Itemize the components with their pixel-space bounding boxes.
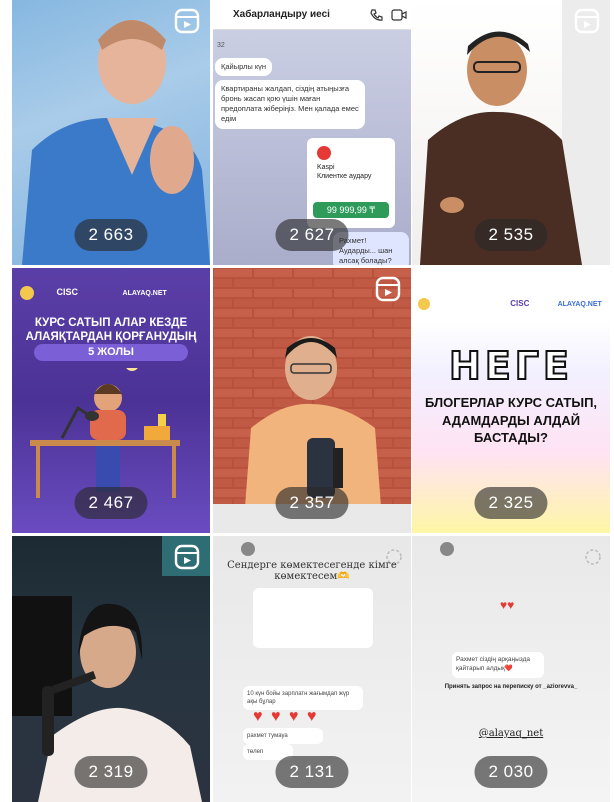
grid-post-9[interactable]: ♥♥ Рахмет сіздің арқаңызда қайтарып алды… <box>412 536 610 802</box>
chat-bubble: Квартираны жалдап, сіздің атыңызға бронь… <box>215 80 365 129</box>
grid-post-4[interactable]: CISC ALAYAQ.NET КУРС САТЫП АЛАР КЕЗДЕ АЛ… <box>12 268 210 533</box>
chat-screenshot <box>253 588 373 648</box>
kaspi-logo <box>317 146 331 160</box>
reel-icon <box>174 544 200 570</box>
payment-amount: 99 999,99 ₸ <box>313 202 389 218</box>
reel-icon <box>574 8 600 34</box>
chat-contact-name: Хабарландыру иесі <box>233 9 330 20</box>
cisc-logo: CISC <box>510 299 530 309</box>
reel-icon <box>174 8 200 34</box>
post-title: КУРС САТЫП АЛАР КЕЗДЕ АЛАЯҚТАРДАН ҚОРҒАН… <box>12 316 210 345</box>
grid-post-2[interactable]: Хабарландыру иесі 32 Қайырлы күн Квартир… <box>213 0 411 265</box>
subheadline: БЛОГЕРЛАР КУРС САТЫП, АДАМДАРДЫ АЛДАЙ БА… <box>424 395 598 446</box>
view-count: 2 663 <box>74 219 148 251</box>
chat-message: рахмет тумауа <box>243 728 323 745</box>
payment-card: Kaspi Клиентке аудару 99 999,99 ₸ <box>307 138 395 228</box>
view-count: 2 467 <box>74 487 148 519</box>
view-count: 2 325 <box>474 487 548 519</box>
cisc-logo: CISC <box>56 287 79 298</box>
grid-post-8[interactable]: Сендерге көмектесегенде кімге көмектесем… <box>213 536 411 802</box>
title-pill: 5 ЖОЛЫ <box>34 344 188 361</box>
grid-post-5[interactable]: 2 357 <box>213 268 411 533</box>
emblem-icon <box>20 286 34 300</box>
partner-logos: CISC ALAYAQ.NET <box>418 298 602 310</box>
message-number: 32 <box>217 42 225 49</box>
reaction-hearts: ♥ ♥ ♥ ♥ <box>253 708 319 725</box>
hearts-emoji: ♥♥ <box>500 598 515 612</box>
profile-grid: 2 663 Хабарландыру иесі 32 Қайырлы күн К… <box>12 0 610 802</box>
alayaq-logo: ALAYAQ.NET <box>557 301 602 309</box>
view-count: 2 357 <box>275 487 349 519</box>
message-request: Принять запрос на переписку от _aziorevv… <box>444 684 578 690</box>
title-line: КУРС САТЫП АЛАР КЕЗДЕ <box>34 317 188 329</box>
view-count: 2 131 <box>275 756 349 788</box>
reel-icon <box>375 276 401 302</box>
view-count: 2 627 <box>275 219 349 251</box>
grid-post-3[interactable]: 2 535 <box>412 0 610 265</box>
desk-illustration <box>30 368 180 498</box>
story-title: Сендерге көмектесегенде кімге көмектесем… <box>227 560 397 582</box>
card-subtitle: Клиентке аудару <box>317 173 372 180</box>
loading-icon <box>585 549 601 565</box>
partner-logos: CISC ALAYAQ.NET <box>20 286 167 300</box>
view-count: 2 030 <box>474 756 548 788</box>
grid-post-1[interactable]: 2 663 <box>12 0 210 265</box>
view-count: 2 535 <box>474 219 548 251</box>
alayaq-logo: ALAYAQ.NET <box>122 290 167 298</box>
chat-bubble: Қайырлы күн <box>215 58 273 77</box>
card-title: Kaspi <box>317 164 335 171</box>
title-line: АЛАЯҚТАРДАН ҚОРҒАНУДЫҢ <box>25 331 197 344</box>
emblem-icon <box>418 298 430 310</box>
account-handle: @alayaq_net <box>478 728 544 739</box>
grid-post-7[interactable]: 2 319 <box>12 536 210 802</box>
chat-message: Рахмет сіздің арқаңызда қайтарып алдық❤️ <box>452 652 544 678</box>
avatar <box>241 542 255 556</box>
video-call-icon <box>391 9 407 21</box>
avatar <box>440 542 454 556</box>
view-count: 2 319 <box>74 756 148 788</box>
chat-header: Хабарландыру иесі <box>213 0 411 30</box>
grid-post-6[interactable]: CISC ALAYAQ.NET НЕГЕ БЛОГЕРЛАР КУРС САТЫ… <box>412 268 610 533</box>
chat-message: 10 күн бойы зарплатн жағымдап жүр ақы бұ… <box>243 686 363 711</box>
phone-icon <box>370 9 383 21</box>
headline: НЕГЕ <box>448 343 573 389</box>
